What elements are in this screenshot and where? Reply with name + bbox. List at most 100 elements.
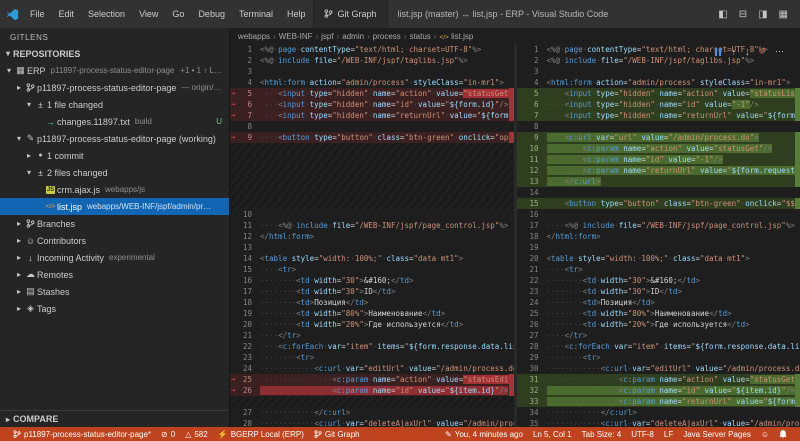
code-line[interactable]: 16 (517, 209, 800, 220)
code-line[interactable]: 28············<c:url·var="deleteAjaxUrl"… (230, 418, 514, 427)
code-line[interactable]: 2<%@·include·file="/WEB-INF/jspf/taglibs… (230, 55, 514, 66)
customize-layout-icon[interactable]: ▦ (779, 9, 788, 20)
code-line[interactable]: →6····<input·type="hidden"·name="id"·val… (230, 99, 514, 110)
code-line[interactable]: 11········<c:param·name="id"·value="-1"/… (517, 154, 800, 165)
code-line[interactable]: 1<%@·page·contentType="text/html;·charse… (230, 44, 514, 55)
code-line[interactable]: 4<html:form·action="admin/process"·style… (230, 77, 514, 88)
code-line[interactable]: 26········<td·width="20%">Где·использует… (517, 319, 800, 330)
code-line[interactable]: 5····<input·type="hidden"·name="action"·… (517, 88, 800, 99)
breadcrumb-item-process[interactable]: process (373, 32, 401, 41)
chevron-down-icon[interactable]: ▾ (24, 168, 34, 177)
code-line[interactable]: 15····<tr> (230, 264, 514, 275)
code-line[interactable]: 21····<tr> (517, 264, 800, 275)
code-line[interactable]: 24········<td>Позиция</td> (517, 297, 800, 308)
code-line[interactable]: 25········<td·width="80%">Наименование</… (517, 308, 800, 319)
chevron-right-icon[interactable]: ▸ (14, 287, 24, 296)
code-line[interactable]: →26················<c:param·name="id"·va… (230, 385, 514, 396)
code-line[interactable]: 28····<c:forEach·var="item"·items="${for… (517, 341, 800, 352)
overview-ruler-original[interactable] (509, 44, 514, 427)
code-line[interactable]: 4<html:form·action="admin/process"·style… (517, 77, 800, 88)
menu-file[interactable]: File (23, 0, 52, 28)
breadcrumb-item-status[interactable]: status (409, 32, 430, 41)
code-line[interactable]: 20········<td·width="20%">Где·использует… (230, 319, 514, 330)
status-problems-warnings[interactable]: △582 (180, 427, 213, 441)
tree-item-1-commit[interactable]: ▸●1 commit (0, 147, 229, 164)
status-notifications[interactable] (774, 427, 792, 441)
code-line[interactable]: 3 (230, 66, 514, 77)
code-line[interactable]: 21····</tr> (230, 330, 514, 341)
section-compare[interactable]: ▸ COMPARE (0, 410, 229, 427)
tree-item-2-files-changed[interactable]: ▾±2 files changed (0, 164, 229, 181)
menu-view[interactable]: View (132, 0, 165, 28)
code-line[interactable]: 23········<tr> (230, 352, 514, 363)
status-feedback[interactable]: ☺ (756, 427, 774, 441)
code-line[interactable]: 19········<td·width="80%">Наименование</… (230, 308, 514, 319)
code-line[interactable]: 24············<c:url·var="editUrl"·value… (230, 363, 514, 374)
code-line[interactable]: →5····<input·type="hidden"·name="action"… (230, 88, 514, 99)
chevron-right-icon[interactable]: ▸ (14, 236, 24, 245)
tree-item-erp[interactable]: ▾▦ERPp11897-process-status-editor-page+1… (0, 62, 229, 79)
code-line[interactable]: 30············<c:url·var="editUrl"·value… (517, 363, 800, 374)
status-problems-errors[interactable]: ⊘0 (156, 427, 180, 441)
chevron-right-icon[interactable]: ▸ (24, 151, 34, 160)
code-line[interactable]: →25················<c:param·name="action… (230, 374, 514, 385)
tree-item-stashes[interactable]: ▸▤Stashes (0, 283, 229, 300)
pause-icon[interactable] (714, 48, 722, 56)
tree-item-p11897-process-status-editor-page-working[interactable]: ▾✎p11897-process-status-editor-page (wor… (0, 130, 229, 147)
code-line[interactable]: 19 (517, 242, 800, 253)
status-eol[interactable]: LF (659, 427, 678, 441)
code-line[interactable]: 35············<c:url·var="deleteAjaxUrl"… (517, 418, 800, 427)
code-line[interactable]: 17········<td·width="30">ID</td> (230, 286, 514, 297)
code-line[interactable]: 11····<%@·include·file="/WEB-INF/jspf/pa… (230, 220, 514, 231)
code-line[interactable]: 3 (517, 66, 800, 77)
code-line[interactable]: 16········<td·width="30">&#160;</td> (230, 275, 514, 286)
section-repositories[interactable]: ▾ REPOSITORIES (0, 45, 229, 62)
tree-item-incoming-activity[interactable]: ▸↓Incoming Activityexperimental (0, 249, 229, 266)
tree-item-remotes[interactable]: ▸☁Remotes (0, 266, 229, 283)
tree-item-branches[interactable]: ▸Branches (0, 215, 229, 232)
code-line[interactable]: 23········<td·width="30">ID</td> (517, 286, 800, 297)
code-line[interactable]: 34············</c:url> (517, 407, 800, 418)
layout-sidebar-right-icon[interactable]: ◨ (758, 9, 767, 20)
code-line[interactable]: 14 (517, 187, 800, 198)
chevron-right-icon[interactable]: ▸ (14, 253, 24, 262)
menu-terminal[interactable]: Terminal (232, 0, 280, 28)
status-cursor-position[interactable]: Ln 5, Col 1 (528, 427, 577, 441)
menu-edit[interactable]: Edit (52, 0, 82, 28)
code-line[interactable]: 18········<td>Позиция</td> (230, 297, 514, 308)
code-line[interactable]: 10········<c:param·name="action"·value="… (517, 143, 800, 154)
code-line[interactable]: 20<table·style="width:·100%;"·class="dat… (517, 253, 800, 264)
code-line[interactable]: 27····</tr> (517, 330, 800, 341)
code-line[interactable]: →9····<button·type="button"·class="btn-g… (230, 132, 514, 143)
code-line[interactable]: 14<table·style="width:·100%;"·class="dat… (230, 253, 514, 264)
menu-help[interactable]: Help (280, 0, 313, 28)
code-line[interactable]: 27············</c:url> (230, 407, 514, 418)
code-line[interactable]: 7····<input·type="hidden"·name="returnUr… (517, 110, 800, 121)
code-line[interactable]: 12</html:form> (230, 231, 514, 242)
status-encoding[interactable]: UTF-8 (626, 427, 659, 441)
code-line[interactable]: 29········<tr> (517, 352, 800, 363)
prev-change-icon[interactable]: ↑ (731, 47, 736, 57)
code-line[interactable]: 12········<c:param·name="returnUrl"·valu… (517, 165, 800, 176)
status-branch-indicator[interactable]: p11897-process-status-editor-page* (8, 427, 156, 441)
status-git-graph-launcher[interactable]: Git Graph (309, 427, 365, 441)
menu-debug[interactable]: Debug (191, 0, 232, 28)
code-line[interactable]: 22····<c:forEach·var="item"·items="${for… (230, 341, 514, 352)
layout-panel-icon[interactable]: ⊟ (739, 9, 747, 20)
chevron-right-icon[interactable]: ▸ (14, 219, 24, 228)
code-line[interactable]: 6····<input·type="hidden"·name="id"·valu… (517, 99, 800, 110)
breadcrumb-item-list-jsp[interactable]: </> list.jsp (439, 32, 473, 41)
chevron-down-icon[interactable]: ▾ (4, 66, 14, 75)
code-line[interactable]: →7····<input·type="hidden"·name="returnU… (230, 110, 514, 121)
overview-ruler-modified[interactable] (795, 44, 800, 427)
chevron-right-icon[interactable]: ▸ (14, 83, 24, 92)
code-line[interactable]: 13····</c:url> (517, 176, 800, 187)
more-actions-icon[interactable]: ⋯ (775, 46, 784, 57)
status-language-mode[interactable]: Java Server Pages (678, 427, 756, 441)
status-blame-annotation[interactable]: ✎You, 4 minutes ago (440, 427, 528, 441)
menu-go[interactable]: Go (165, 0, 191, 28)
breadcrumb-item-admin[interactable]: admin (342, 32, 364, 41)
code-line[interactable]: 17····<%@·include·file="/WEB-INF/jspf/pa… (517, 220, 800, 231)
chevron-down-icon[interactable]: ▾ (24, 100, 34, 109)
code-line[interactable]: 33················<c:param·name="returnU… (517, 396, 800, 407)
